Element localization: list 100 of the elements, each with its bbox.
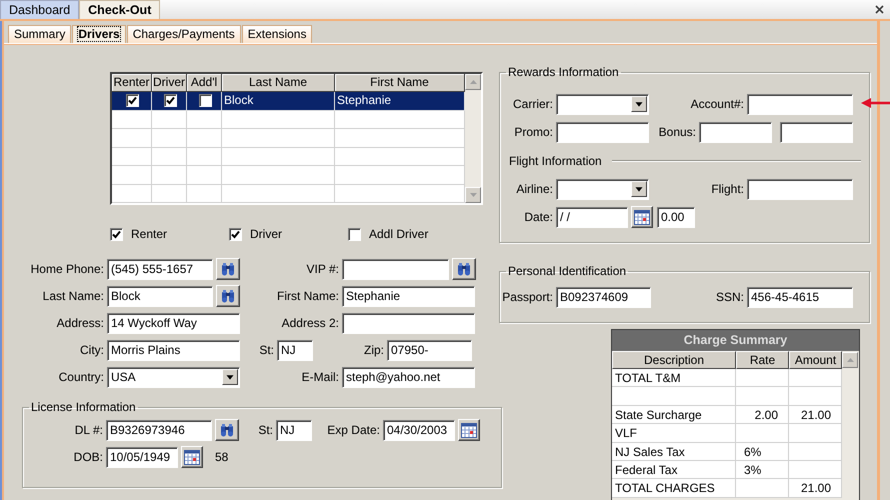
text-field[interactable] [747,178,853,200]
field-label: Passport: [501,290,554,304]
checkbox-label: Driver [250,227,282,241]
text-field[interactable]: 04/30/2003 [383,420,455,440]
check-icon [111,228,122,240]
field-label: Bonus: [658,125,697,139]
tab[interactable]: Summary [8,25,72,43]
table-cell [152,129,187,148]
panel-title: Charge Summary [612,330,859,351]
text-field[interactable]: Morris Plains [107,340,240,360]
text-field[interactable]: / / [556,206,628,228]
lookup-button[interactable] [215,419,239,441]
checkbox[interactable] [164,94,176,108]
field-label: Flight: [710,182,745,196]
text-field[interactable]: steph@yahoo.net [342,366,475,388]
binoculars-icon [219,423,235,437]
table-cell [112,129,152,148]
section-title: Flight Information [509,154,602,168]
text-field[interactable]: B092374609 [556,286,651,308]
table-cell [187,148,222,166]
table-cell [789,424,842,443]
text-field[interactable]: NJ [277,340,313,360]
scroll-up-button[interactable] [465,74,481,90]
tab[interactable]: Dashboard [0,0,80,19]
table-cell [789,442,842,461]
checkbox[interactable] [110,228,123,240]
text-field[interactable]: (545) 555-1657 [107,258,213,280]
group-title: Personal Identification [507,264,628,278]
text-field[interactable]: B9326973946 [106,420,212,440]
lookup-button[interactable] [452,258,476,280]
column-header[interactable]: Description [612,351,736,369]
dropdown-field[interactable] [556,178,649,200]
table-cell [789,369,842,388]
field-label: E-Mail: [300,370,340,384]
text-field[interactable] [747,94,853,114]
checkbox[interactable] [229,228,242,240]
text-field[interactable]: NJ [276,420,312,440]
table-cell: TOTAL T&M [612,369,736,388]
tab[interactable]: Extensions [242,25,312,43]
table-cell [736,369,789,388]
calendar-button[interactable] [181,446,203,468]
tab[interactable]: Drivers [72,25,126,43]
text-field[interactable] [342,258,449,280]
column-header[interactable]: Rate [736,351,789,369]
field-label: Promo: [513,125,554,139]
field-label: St: [257,423,274,437]
checkbox[interactable] [348,228,361,240]
field-label: Address 2: [280,316,340,330]
close-icon[interactable] [875,5,884,14]
lookup-button[interactable] [216,258,240,280]
field-label: Date: [523,210,554,224]
table-cell: 3% [736,460,789,480]
tab[interactable]: Check-Out [79,0,160,19]
table-cell [112,166,152,184]
text-field[interactable]: 10/05/1949 [106,446,178,468]
text-field[interactable] [556,122,649,142]
text-field[interactable]: 14 Wyckoff Way [107,312,240,334]
column-header[interactable]: Last Name [222,74,335,92]
check-icon [127,95,138,106]
calendar-button[interactable] [458,419,480,441]
field-label: Country: [58,370,105,384]
scroll-up-button[interactable] [842,352,858,368]
checkbox-label: Renter [131,227,168,241]
field-label: City: [79,343,105,357]
field-label: Account#: [690,97,745,111]
table-cell [187,129,222,148]
table-cell [112,148,152,166]
field-label: DL #: [74,423,104,437]
column-header[interactable]: Add'l [187,74,222,92]
tab[interactable]: Charges/Payments [126,25,241,43]
text-field[interactable]: 456-45-4615 [747,286,853,308]
text-field[interactable] [780,122,853,142]
column-header[interactable]: Driver [152,74,187,92]
checkbox[interactable] [126,94,139,108]
calendar-button[interactable] [631,206,653,228]
group-title: Rewards Information [507,65,620,79]
text-field[interactable]: Block [107,286,213,306]
calendar-icon [184,450,200,464]
text-field[interactable]: 07950- [387,340,472,360]
checkbox[interactable] [198,94,212,108]
field-label: Exp Date: [326,423,381,437]
text-field[interactable]: Stephanie [342,286,475,306]
column-header[interactable]: First Name [335,74,465,92]
dropdown-field[interactable] [556,94,649,114]
column-header[interactable]: Renter [112,74,152,92]
pointer-arrow [861,98,890,108]
field-label: Carrier: [512,97,554,111]
scroll-down-button[interactable] [465,187,481,203]
calendar-icon [461,422,477,438]
column-header[interactable]: Amount [789,351,842,369]
table-cell [152,184,187,203]
field-label: VIP #: [306,262,340,276]
text-field[interactable] [699,122,772,142]
check-icon [164,95,176,106]
table-row[interactable]: Block Stephanie [112,92,465,110]
lookup-button[interactable] [216,285,240,307]
text-field[interactable]: 0.00 [657,206,695,228]
down-arrow-icon [468,191,478,199]
text-field[interactable] [342,312,475,334]
dropdown-field[interactable]: USA [107,366,240,388]
